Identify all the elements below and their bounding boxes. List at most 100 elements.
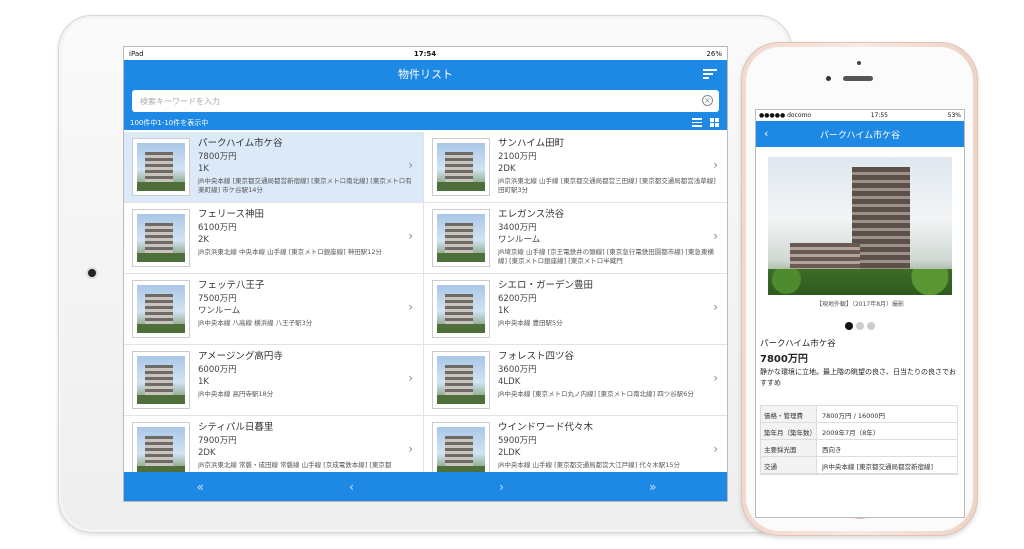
chevron-right-icon: ›	[713, 158, 718, 172]
page-title: 物件リスト	[398, 68, 453, 81]
page-dot-1[interactable]	[845, 322, 853, 330]
property-access: JR中央本線 [東京メトロ丸ノ内線] [東京メトロ南北線] 四ツ谷駅6分	[498, 390, 694, 398]
property-photo[interactable]	[768, 157, 952, 295]
property-name: フェッテ八王子	[198, 280, 265, 291]
front-camera	[857, 61, 861, 65]
result-count-bar: 100件中1-10件を表示中	[124, 116, 727, 130]
building-image	[137, 356, 185, 404]
photo-building	[852, 167, 910, 275]
property-name: シティパル日暮里	[198, 422, 274, 433]
detail-row: 価格・管理費 7800万円 / 16000円	[761, 406, 957, 423]
next-page-button[interactable]: ›	[499, 480, 504, 494]
building-image	[437, 143, 485, 191]
detail-row: 主要採光面 西向き	[761, 440, 957, 457]
property-price: 6100万円	[198, 223, 237, 233]
last-page-button[interactable]: »	[649, 480, 656, 494]
detail-row: 築年月（築年数） 2009年7月（8年）	[761, 423, 957, 440]
detail-value: 7800万円 / 16000円	[822, 412, 886, 420]
photo-caption: 【現地外観】（2017年8月）撮影	[815, 301, 905, 308]
property-thumbnail	[432, 209, 490, 267]
back-button[interactable]: ‹	[764, 127, 768, 140]
property-thumbnail	[132, 351, 190, 409]
property-access: JR京浜東北線 常磐・成田線 常磐線 山手線 [京成電鉄本線] [東京都	[198, 461, 392, 469]
property-info: シティパル日暮里 7900万円 2DK JR京浜東北線 常磐・成田線 常磐線 山手線 …	[198, 422, 415, 474]
property-card[interactable]: シエロ・ガーデン豊田 6200万円 1K JR中央本線 豊田駅5分 ›	[424, 274, 727, 345]
property-card[interactable]: フォレスト四ツ谷 3600万円 4LDK JR中央本線 [東京メトロ丸ノ内線] [東京…	[424, 345, 727, 416]
property-name: パークハイム市ケ谷	[760, 339, 836, 349]
property-info: フェッテ八王子 7500万円 ワンルーム JR中央本線 八高線 横浜線 八王子駅3分	[198, 280, 415, 338]
property-card[interactable]: サンハイム田町 2100万円 2DK JR京浜東北線 山手線 [東京都交通局都営三田線…	[424, 132, 727, 203]
property-thumbnail	[132, 209, 190, 267]
property-card[interactable]: ウインドワード代々木 5900万円 2LDK JR中央本線 山手線 [東京都交通局都営…	[424, 416, 727, 474]
first-page-button[interactable]: «	[197, 480, 204, 494]
detail-key: 価格・管理費	[761, 406, 817, 422]
chevron-right-icon: ›	[408, 371, 413, 385]
property-layout: 1K	[198, 377, 209, 387]
property-price: 7900万円	[198, 436, 237, 446]
page-dot-3[interactable]	[867, 322, 875, 330]
detail-nav-bar: ‹ パークハイム市ケ谷	[756, 121, 964, 147]
proximity-sensor	[826, 76, 831, 81]
property-price: 7800万円	[760, 354, 808, 365]
property-name: フォレスト四ツ谷	[498, 351, 575, 362]
search-input[interactable]: 検索キーワードを入力 ×	[132, 90, 719, 112]
page-indicator[interactable]	[756, 322, 964, 330]
property-name: アメージング高円寺	[198, 351, 283, 362]
property-layout: 2DK	[498, 164, 516, 174]
property-thumbnail	[132, 422, 190, 474]
detail-key: 交通	[761, 457, 817, 473]
property-info: ウインドワード代々木 5900万円 2LDK JR中央本線 山手線 [東京都交通局都営…	[498, 422, 720, 474]
detail-key: 主要採光面	[761, 440, 817, 456]
chevron-right-icon: ›	[408, 300, 413, 314]
property-price: 6200万円	[498, 294, 537, 304]
list-view-icon[interactable]	[692, 118, 702, 127]
prev-page-button[interactable]: ‹	[349, 480, 354, 494]
chevron-right-icon: ›	[408, 229, 413, 243]
grid-view-icon[interactable]	[710, 118, 719, 127]
property-card[interactable]: パークハイム市ケ谷 7800万円 1K JR中央本線 [東京都交通局都営新宿線] [東…	[124, 132, 424, 203]
property-info: サンハイム田町 2100万円 2DK JR京浜東北線 山手線 [東京都交通局都営三田線…	[498, 138, 720, 196]
property-description: 静かな環境に立地。最上階の眺望の良さ、日当たりの良さでおすすめ	[760, 368, 956, 387]
property-price: 3600万円	[498, 365, 537, 375]
property-list: パークハイム市ケ谷 7800万円 1K JR中央本線 [東京都交通局都営新宿線] [東…	[124, 132, 727, 474]
property-card[interactable]: シティパル日暮里 7900万円 2DK JR京浜東北線 常磐・成田線 常磐線 山手線 …	[124, 416, 424, 474]
iphone-screen: ●●●●● docomo 17:55 53% ‹ パークハイム市ケ谷 【現地外観…	[755, 109, 965, 518]
property-info: パークハイム市ケ谷 7800万円 1K JR中央本線 [東京都交通局都営新宿線] [東…	[198, 138, 415, 196]
chevron-right-icon: ›	[713, 300, 718, 314]
property-info: フォレスト四ツ谷 3600万円 4LDK JR中央本線 [東京メトロ丸ノ内線] [東京…	[498, 351, 720, 409]
property-card[interactable]: フェッテ八王子 7500万円 ワンルーム JR中央本線 八高線 横浜線 八王子駅3分 ›	[124, 274, 424, 345]
property-card[interactable]: フェリース神田 6100万円 2K JR京浜東北線 中央本線 山手線 [東京メトロ銀座…	[124, 203, 424, 274]
earpiece-speaker	[843, 76, 873, 81]
device-label: iPad	[129, 49, 144, 58]
property-card[interactable]: エレガンス渋谷 3400万円 ワンルーム JR埼京線 山手線 [京王電鉄井の頭線] […	[424, 203, 727, 274]
property-access: JR埼京線 山手線 [京王電鉄井の頭線] [東京急行電鉄田園都市線] [東急東横…	[498, 248, 714, 265]
ipad-camera	[88, 269, 96, 277]
property-card[interactable]: アメージング高円寺 6000万円 1K JR中央本線 高円寺駅18分 ›	[124, 345, 424, 416]
carrier-label: ●●●●● docomo	[759, 112, 812, 119]
property-name: パークハイム市ケ谷	[198, 138, 283, 149]
building-image	[137, 285, 185, 333]
chevron-right-icon: ›	[408, 442, 413, 456]
property-layout: 2LDK	[498, 448, 521, 458]
building-image	[137, 214, 185, 262]
page-dot-2[interactable]	[856, 322, 864, 330]
property-thumbnail	[432, 422, 490, 474]
building-image	[437, 356, 485, 404]
chevron-right-icon: ›	[713, 229, 718, 243]
property-access: JR中央本線 豊田駅5分	[498, 319, 563, 327]
property-access: JR中央本線 八高線 横浜線 八王子駅3分	[198, 319, 313, 327]
detail-value: JR中央本線 [東京都交通局都営新宿線]	[822, 463, 934, 471]
pager-toolbar: « ‹ › »	[124, 472, 727, 501]
detail-row: 交通 JR中央本線 [東京都交通局都営新宿線]	[761, 457, 957, 474]
building-image	[137, 427, 185, 474]
property-price: 5900万円	[498, 436, 537, 446]
property-name: サンハイム田町	[498, 138, 565, 149]
ipad-status-bar: iPad 17:54 26%	[124, 47, 727, 60]
property-layout: 1K	[198, 164, 209, 174]
detail-table: 価格・管理費 7800万円 / 16000円築年月（築年数） 2009年7月（8年）…	[760, 405, 958, 475]
battery-indicator: 26%	[706, 49, 722, 58]
clear-icon[interactable]: ×	[702, 95, 713, 106]
sort-icon[interactable]	[703, 69, 717, 79]
detail-key: 築年月（築年数）	[761, 423, 817, 439]
property-layout: 4LDK	[498, 377, 521, 387]
